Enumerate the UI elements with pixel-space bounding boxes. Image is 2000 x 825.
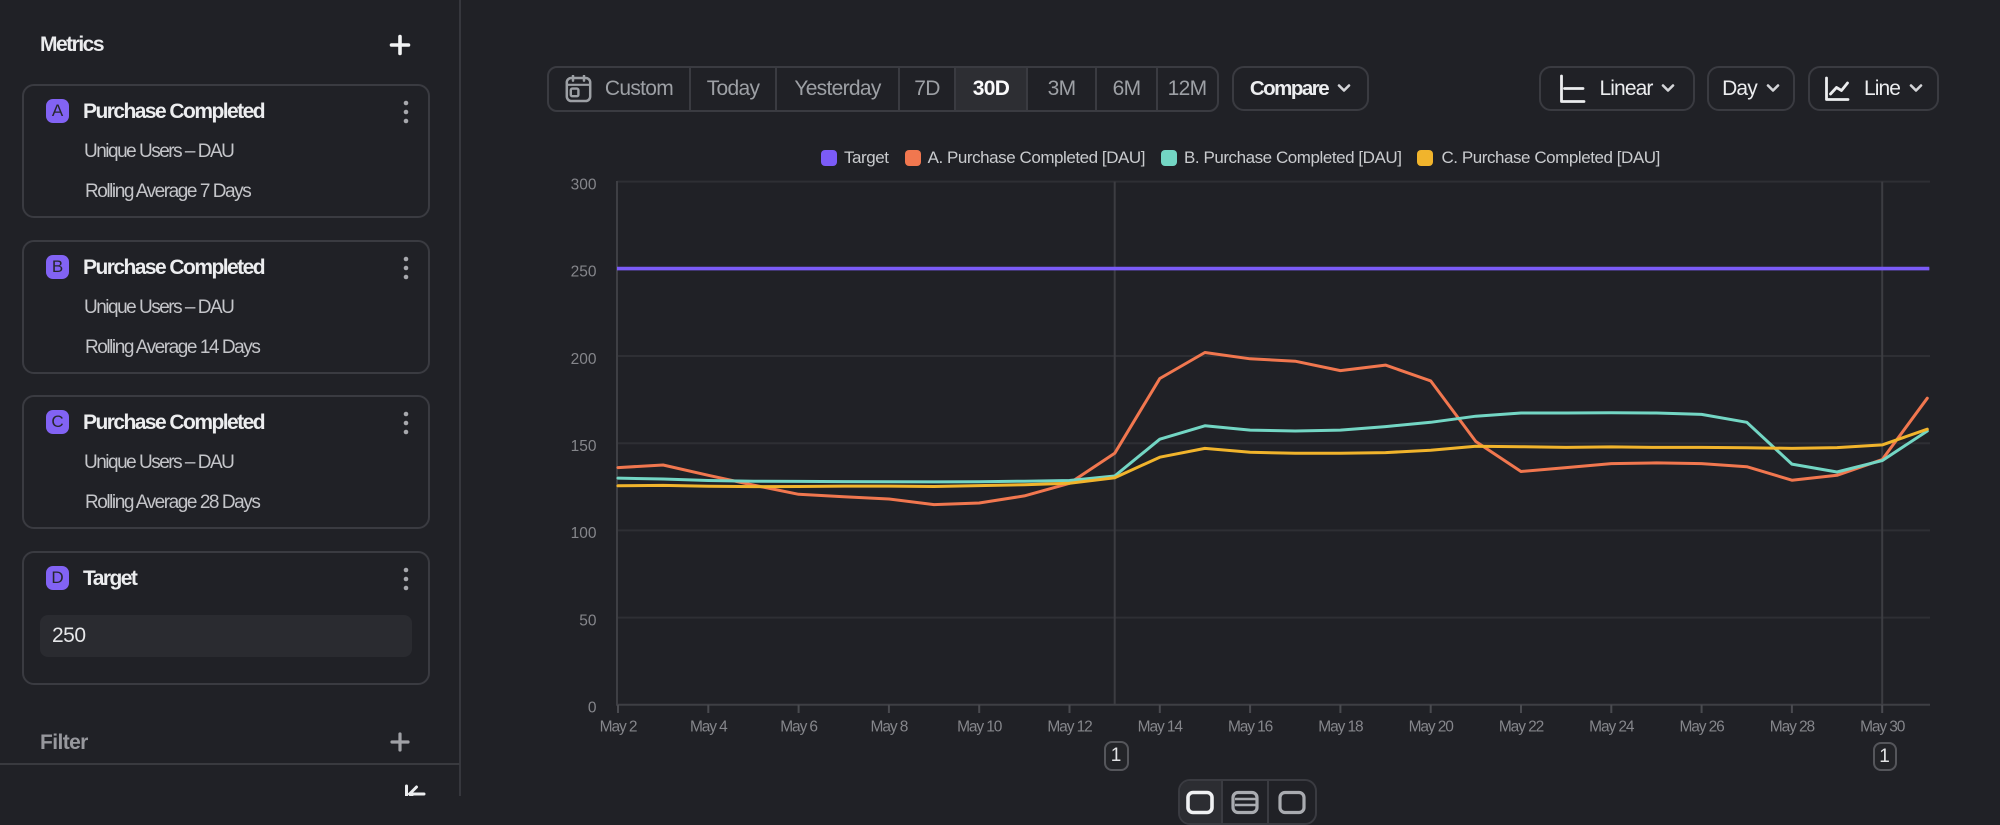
svg-text:May 6: May 6	[780, 719, 817, 736]
svg-text:250: 250	[571, 264, 597, 281]
svg-text:May 4: May 4	[690, 719, 728, 736]
svg-text:300: 300	[571, 176, 597, 193]
svg-text:50: 50	[579, 612, 597, 629]
svg-text:May 20: May 20	[1409, 719, 1455, 736]
svg-text:May 24: May 24	[1589, 719, 1635, 736]
svg-text:May 16: May 16	[1228, 719, 1273, 736]
svg-text:May 10: May 10	[957, 719, 1003, 736]
svg-text:0: 0	[588, 700, 597, 717]
svg-text:May 22: May 22	[1499, 719, 1544, 736]
svg-text:May 14: May 14	[1138, 719, 1184, 736]
svg-text:May 28: May 28	[1770, 719, 1815, 736]
svg-text:May 18: May 18	[1318, 719, 1363, 736]
svg-text:May 12: May 12	[1047, 719, 1092, 736]
svg-text:May 2: May 2	[600, 719, 637, 736]
svg-text:May 30: May 30	[1860, 719, 1906, 736]
svg-text:100: 100	[571, 525, 597, 542]
svg-text:200: 200	[571, 351, 597, 368]
svg-text:May 8: May 8	[871, 719, 908, 736]
svg-text:150: 150	[571, 438, 597, 455]
svg-text:May 26: May 26	[1679, 719, 1724, 736]
